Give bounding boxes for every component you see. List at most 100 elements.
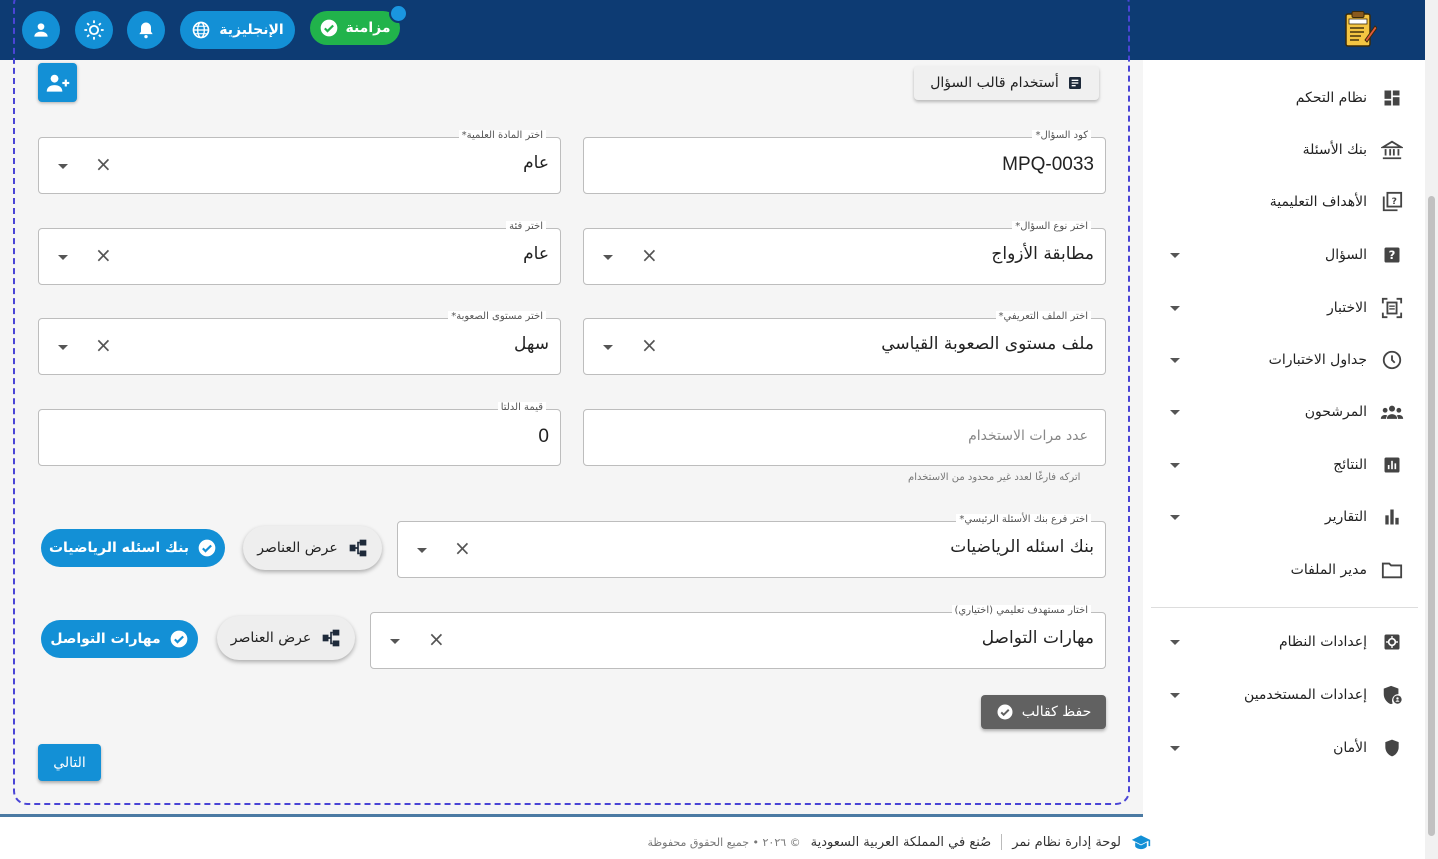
subject-select[interactable]: اختر المادة العلمية* عام × (38, 130, 561, 194)
sidebar-item-results[interactable]: النتائج (1160, 445, 1415, 485)
selected-objective-chip[interactable]: مهارات التواصل (41, 620, 198, 658)
page-scrollbar-thumb[interactable] (1428, 196, 1435, 836)
clear-icon[interactable]: × (95, 335, 112, 355)
usage-count-field[interactable]: عدد مرات الاستخدام (583, 409, 1106, 466)
question-code-value: MPQ-0033 (1002, 154, 1094, 175)
question-type-value: مطابقة الأزواج (991, 244, 1094, 264)
chevron-down-icon (1170, 745, 1180, 751)
learning-objective-select[interactable]: اختار مستهدف تعليمي (اختياري) مهارات الت… (370, 605, 1106, 669)
view-items-button[interactable]: عرض العناصر (243, 526, 382, 570)
profile-value: ملف مستوى الصعوبة القياسي (881, 334, 1094, 354)
chevron-down-icon[interactable] (58, 164, 68, 169)
view-items-label: عرض العناصر (257, 540, 338, 556)
subject-value: عام (523, 153, 549, 173)
sidebar-item-reports[interactable]: التقارير (1160, 497, 1415, 537)
view-objective-items-button[interactable]: عرض العناصر (217, 616, 355, 660)
sidebar-item-dashboard[interactable]: نظام التحكم (1160, 78, 1415, 118)
chevron-down-icon[interactable] (58, 345, 68, 350)
template-icon (1068, 77, 1081, 89)
chevron-down-icon[interactable] (417, 548, 427, 553)
sidebar-item-question[interactable]: ? السؤال (1160, 235, 1415, 275)
branch-value: بنك اسئله الرياضيات (950, 537, 1094, 557)
sidebar-item-user-settings[interactable]: إعدادات المستخدمين (1160, 675, 1415, 715)
selected-branch-chip[interactable]: بنك اسئله الرياضيات (41, 529, 225, 567)
difficulty-value: سهل (514, 334, 549, 354)
sidebar-item-exam-schedules[interactable]: جداول الاختبارات (1160, 340, 1415, 380)
sidebar-item-system-settings[interactable]: إعدادات النظام (1160, 622, 1415, 662)
sidebar-item-candidates[interactable]: المرشحون (1160, 392, 1415, 432)
language-switch-button[interactable]: الإنجليزية (180, 11, 295, 49)
group-icon (1380, 400, 1404, 424)
chevron-down-icon (1170, 357, 1180, 363)
hierarchy-icon (322, 629, 340, 647)
person-add-icon (46, 74, 69, 92)
question-bank-branch-select[interactable]: اختر فرع بنك الأسئلة الرئيسي* بنك اسئله … (397, 514, 1106, 578)
clear-icon[interactable]: × (454, 538, 471, 558)
category-select[interactable]: اختر فئة عام × (38, 221, 561, 285)
question-code-field[interactable]: كود السؤال* MPQ-0033 (583, 130, 1106, 194)
chevron-down-icon (1170, 409, 1180, 415)
chevron-down-icon[interactable] (390, 639, 400, 644)
focus-frame (13, 0, 1130, 805)
clear-icon[interactable]: × (641, 245, 658, 265)
objective-value: مهارات التواصل (981, 628, 1094, 648)
person-icon (34, 23, 48, 37)
chevron-down-icon (1170, 514, 1180, 520)
chart-box-icon (1380, 453, 1404, 477)
question-type-select[interactable]: اختر نوع السؤال* مطابقة الأزواج × (583, 221, 1106, 285)
clock-icon (1380, 348, 1404, 372)
sidebar-item-exam[interactable]: الاختبار (1160, 288, 1415, 328)
sidebar-item-file-manager[interactable]: مدير الملفات (1160, 550, 1415, 590)
chevron-down-icon[interactable] (603, 345, 613, 350)
exam-logo-icon (1345, 11, 1377, 47)
use-template-label: أستخدام قالب السؤال (930, 75, 1059, 91)
sidebar-item-label: نظام التحكم (1295, 90, 1367, 106)
check-circle-icon (321, 19, 338, 37)
subject-label: اختر المادة العلمية* (458, 130, 546, 141)
theme-toggle-button[interactable] (75, 11, 113, 49)
notifications-button[interactable] (127, 11, 165, 49)
footer-made-in: صُنع في المملكة العربية السعودية (810, 834, 992, 850)
profile-select[interactable]: اختر الملف التعريفي* ملف مستوى الصعوبة ا… (583, 311, 1106, 375)
view-items-label: عرض العناصر (230, 630, 312, 646)
question-type-label: اختر نوع السؤال* (1012, 221, 1091, 232)
difficulty-select[interactable]: اختر مستوى الصعوبة* سهل × (38, 311, 561, 375)
sidebar-item-security[interactable]: الأمان (1160, 728, 1415, 768)
user-shield-icon (1380, 683, 1404, 707)
chevron-down-icon (1170, 692, 1180, 698)
graduation-cap-icon (1131, 835, 1151, 850)
save-as-template-label: حفظ كقالب (1021, 704, 1092, 720)
footer-content: لوحة إدارة نظام نمر صُنع في المملكة العر… (648, 834, 1152, 850)
sidebar-item-label: إعدادات النظام (1278, 634, 1367, 650)
add-user-button[interactable] (38, 63, 77, 102)
chevron-down-icon[interactable] (58, 255, 68, 260)
sidebar-item-label: مدير الملفات (1290, 562, 1367, 578)
delta-field[interactable]: قيمة الدلتا 0 (38, 402, 561, 466)
clear-icon[interactable]: × (95, 154, 112, 174)
sidebar-item-learning-objectives[interactable]: ? الأهداف التعليمية (1160, 182, 1415, 222)
chevron-down-icon (1170, 639, 1180, 645)
sidebar-item-label: التقارير (1324, 509, 1367, 525)
sidebar-item-label: النتائج (1333, 457, 1367, 473)
chevron-down-icon (1170, 252, 1180, 258)
settings-icon (1380, 630, 1404, 654)
check-circle-icon (198, 539, 216, 557)
sidebar-item-question-bank[interactable]: بنك الأسئلة (1160, 130, 1415, 170)
usage-count-placeholder: عدد مرات الاستخدام (968, 428, 1088, 444)
svg-text:?: ? (1392, 196, 1397, 207)
clear-icon[interactable]: × (641, 335, 658, 355)
folder-icon (1380, 558, 1404, 582)
sync-button[interactable]: مزامنة (310, 11, 400, 45)
profile-label: اختر الملف التعريفي* (995, 311, 1091, 322)
save-as-template-button[interactable]: حفظ كقالب (981, 695, 1106, 729)
chevron-down-icon[interactable] (603, 255, 613, 260)
sidebar-item-label: الأمان (1333, 740, 1367, 756)
quiz-book-icon: ? (1380, 190, 1404, 214)
chevron-down-icon (1170, 462, 1180, 468)
profile-button[interactable] (22, 11, 60, 49)
clear-icon[interactable]: × (428, 629, 445, 649)
clear-icon[interactable]: × (95, 245, 112, 265)
bank-icon (1380, 138, 1404, 162)
next-button[interactable]: التالي (38, 744, 101, 781)
use-question-template-button[interactable]: أستخدام قالب السؤال (914, 66, 1099, 100)
